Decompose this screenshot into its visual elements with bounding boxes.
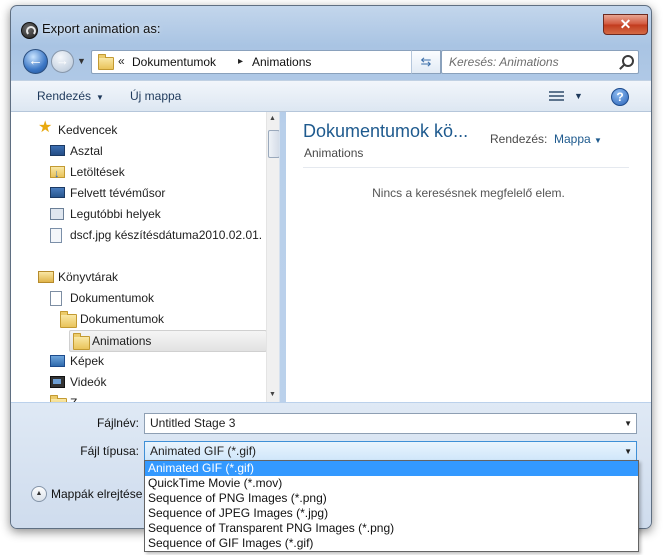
filetype-option-gif-sequence[interactable]: Sequence of GIF Images (*.gif) <box>145 536 638 551</box>
filename-field[interactable]: Untitled Stage 3 ▼ <box>144 413 637 434</box>
sidebar-item-documents-folder[interactable]: Dokumentumok <box>60 309 260 329</box>
sidebar-item-recorded-tv[interactable]: Felvett tévéműsor <box>50 183 260 203</box>
sidebar-item-label: Animations <box>92 334 152 348</box>
recorded-tv-icon <box>50 187 65 198</box>
navigation-scrollbar[interactable]: ▲ ▼ <box>266 112 279 402</box>
sidebar-item-animations[interactable]: Animations <box>69 330 267 352</box>
sidebar-item-label: Dokumentumok <box>70 291 155 305</box>
sidebar-item-documents-library[interactable]: Dokumentumok <box>50 288 260 308</box>
hide-folders-label: Mappák elrejtése <box>51 487 143 501</box>
library-subtitle: Animations <box>304 146 364 160</box>
sidebar-item-label: dscf.jpg készítésdátuma2010.02.01. ... <box>70 228 276 242</box>
sidebar-item-label: Letöltések <box>70 165 125 179</box>
sidebar-item-label: Könyvtárak <box>58 270 119 284</box>
downloads-folder-icon <box>50 164 65 184</box>
folder-icon <box>50 395 67 402</box>
change-view-icon[interactable] <box>549 91 564 103</box>
breadcrumb-item-animations[interactable]: Animations <box>252 55 311 69</box>
scroll-up-icon[interactable]: ▲ <box>269 115 276 122</box>
title-bar[interactable]: Export animation as: ✕ <box>11 6 651 44</box>
refresh-button[interactable]: ⇆ <box>411 50 441 74</box>
sidebar-item-saved-search[interactable]: dscf.jpg készítésdátuma2010.02.01. ... <box>50 225 275 245</box>
folder-icon <box>98 54 114 70</box>
documents-library-icon <box>50 291 62 306</box>
pictures-icon <box>50 355 65 367</box>
filetype-option-png-sequence[interactable]: Sequence of PNG Images (*.png) <box>145 491 638 506</box>
scrollbar-thumb[interactable] <box>268 130 279 158</box>
chevron-down-icon[interactable]: ▼ <box>624 442 632 461</box>
sidebar-item-label: Asztal <box>70 144 103 158</box>
filetype-option-animated-gif[interactable]: Animated GIF (*.gif) <box>145 461 638 476</box>
address-bar[interactable]: « Dokumentumok ▸ Animations <box>91 50 421 74</box>
navigation-pane: ★ Kedvencek Asztal Letöltések Felvett té… <box>11 112 280 402</box>
star-icon: ★ <box>38 119 53 136</box>
sidebar-item-pictures[interactable]: Képek <box>50 351 260 371</box>
libraries-icon <box>38 271 54 283</box>
sidebar-item-label: Z <box>70 393 77 402</box>
divider <box>303 167 629 168</box>
sidebar-item-label: Dokumentumok <box>80 312 165 326</box>
organize-button[interactable]: Rendezés ▼ <box>37 89 104 103</box>
chevron-down-icon: ▼ <box>96 93 104 102</box>
sidebar-item-videos[interactable]: Videók <box>50 372 260 392</box>
filetype-value: Animated GIF (*.gif) <box>150 444 257 458</box>
chevron-down-icon[interactable]: ▼ <box>624 414 632 433</box>
arrange-by-dropdown[interactable]: Mappa ▼ <box>554 132 602 146</box>
empty-message: Nincs a keresésnek megfelelő elem. <box>372 186 565 200</box>
sidebar-item-favorites[interactable]: ★ Kedvencek <box>38 119 258 140</box>
help-icon[interactable]: ? <box>611 88 629 106</box>
forward-button[interactable]: → <box>51 50 74 73</box>
search-input[interactable]: Keresés: Animations <box>441 50 639 74</box>
navigation-bar: ← → ▼ « Dokumentumok ▸ Animations ⇆ Kere… <box>11 46 651 76</box>
breadcrumb-separator-icon[interactable]: ▸ <box>238 56 243 67</box>
scroll-down-icon[interactable]: ▼ <box>269 391 276 398</box>
sidebar-item-label: Kedvencek <box>58 123 118 137</box>
filename-value: Untitled Stage 3 <box>150 416 236 430</box>
filetype-option-transparent-png-sequence[interactable]: Sequence of Transparent PNG Images (*.pn… <box>145 521 638 536</box>
filetype-option-quicktime[interactable]: QuickTime Movie (*.mov) <box>145 476 638 491</box>
organize-label: Rendezés <box>37 89 92 103</box>
filetype-label: Fájl típusa: <box>80 444 139 458</box>
breadcrumb-overflow[interactable]: « <box>118 54 125 68</box>
sidebar-item-desktop[interactable]: Asztal <box>50 141 260 161</box>
sidebar-item-label: Videók <box>70 375 107 389</box>
dialog-title: Export animation as: <box>42 21 161 36</box>
videos-icon <box>50 376 65 388</box>
search-icon[interactable] <box>622 55 634 67</box>
breadcrumb-item-dokumentumok[interactable]: Dokumentumok <box>132 55 216 69</box>
file-list-pane[interactable]: Dokumentumok kö... Animations Rendezés: … <box>286 112 651 402</box>
command-toolbar: Rendezés ▼ Új mappa ▼ ? <box>11 80 651 112</box>
sidebar-item-label: Felvett tévéműsor <box>70 186 166 200</box>
sidebar-item-label: Legutóbbi helyek <box>70 207 161 221</box>
chevron-down-icon: ▼ <box>594 136 602 145</box>
folder-icon <box>60 311 77 328</box>
view-dropdown-icon[interactable]: ▼ <box>574 91 583 101</box>
library-title: Dokumentumok kö... <box>303 121 469 141</box>
new-folder-button[interactable]: Új mappa <box>130 89 181 103</box>
sidebar-item-libraries[interactable]: Könyvtárak <box>38 267 258 287</box>
recent-places-icon <box>50 208 64 220</box>
filename-label: Fájlnév: <box>96 416 139 430</box>
export-dialog: Export animation as: ✕ ← → ▼ « Dokumentu… <box>10 5 652 529</box>
sidebar-item-label: Képek <box>70 354 105 368</box>
folder-icon <box>73 333 90 350</box>
close-button[interactable]: ✕ <box>603 14 648 35</box>
sidebar-item-recent-places[interactable]: Legutóbbi helyek <box>50 204 260 224</box>
desktop-icon <box>50 145 65 156</box>
chevron-up-icon: ▲ <box>31 486 47 502</box>
back-button[interactable]: ← <box>23 49 48 74</box>
filetype-option-jpeg-sequence[interactable]: Sequence of JPEG Images (*.jpg) <box>145 506 638 521</box>
sidebar-item-z[interactable]: Z <box>50 393 260 402</box>
app-logo-icon <box>21 22 38 39</box>
arrange-by-label: Rendezés: <box>490 132 548 146</box>
filetype-dropdown-list[interactable]: Animated GIF (*.gif) QuickTime Movie (*.… <box>144 460 639 552</box>
recent-pages-dropdown-icon[interactable]: ▼ <box>77 56 86 66</box>
search-placeholder: Keresés: Animations <box>449 55 559 69</box>
saved-search-icon <box>50 228 62 243</box>
sidebar-item-downloads[interactable]: Letöltések <box>50 162 260 184</box>
arrange-by-value: Mappa <box>554 132 591 146</box>
filetype-select[interactable]: Animated GIF (*.gif) ▼ <box>144 441 637 462</box>
